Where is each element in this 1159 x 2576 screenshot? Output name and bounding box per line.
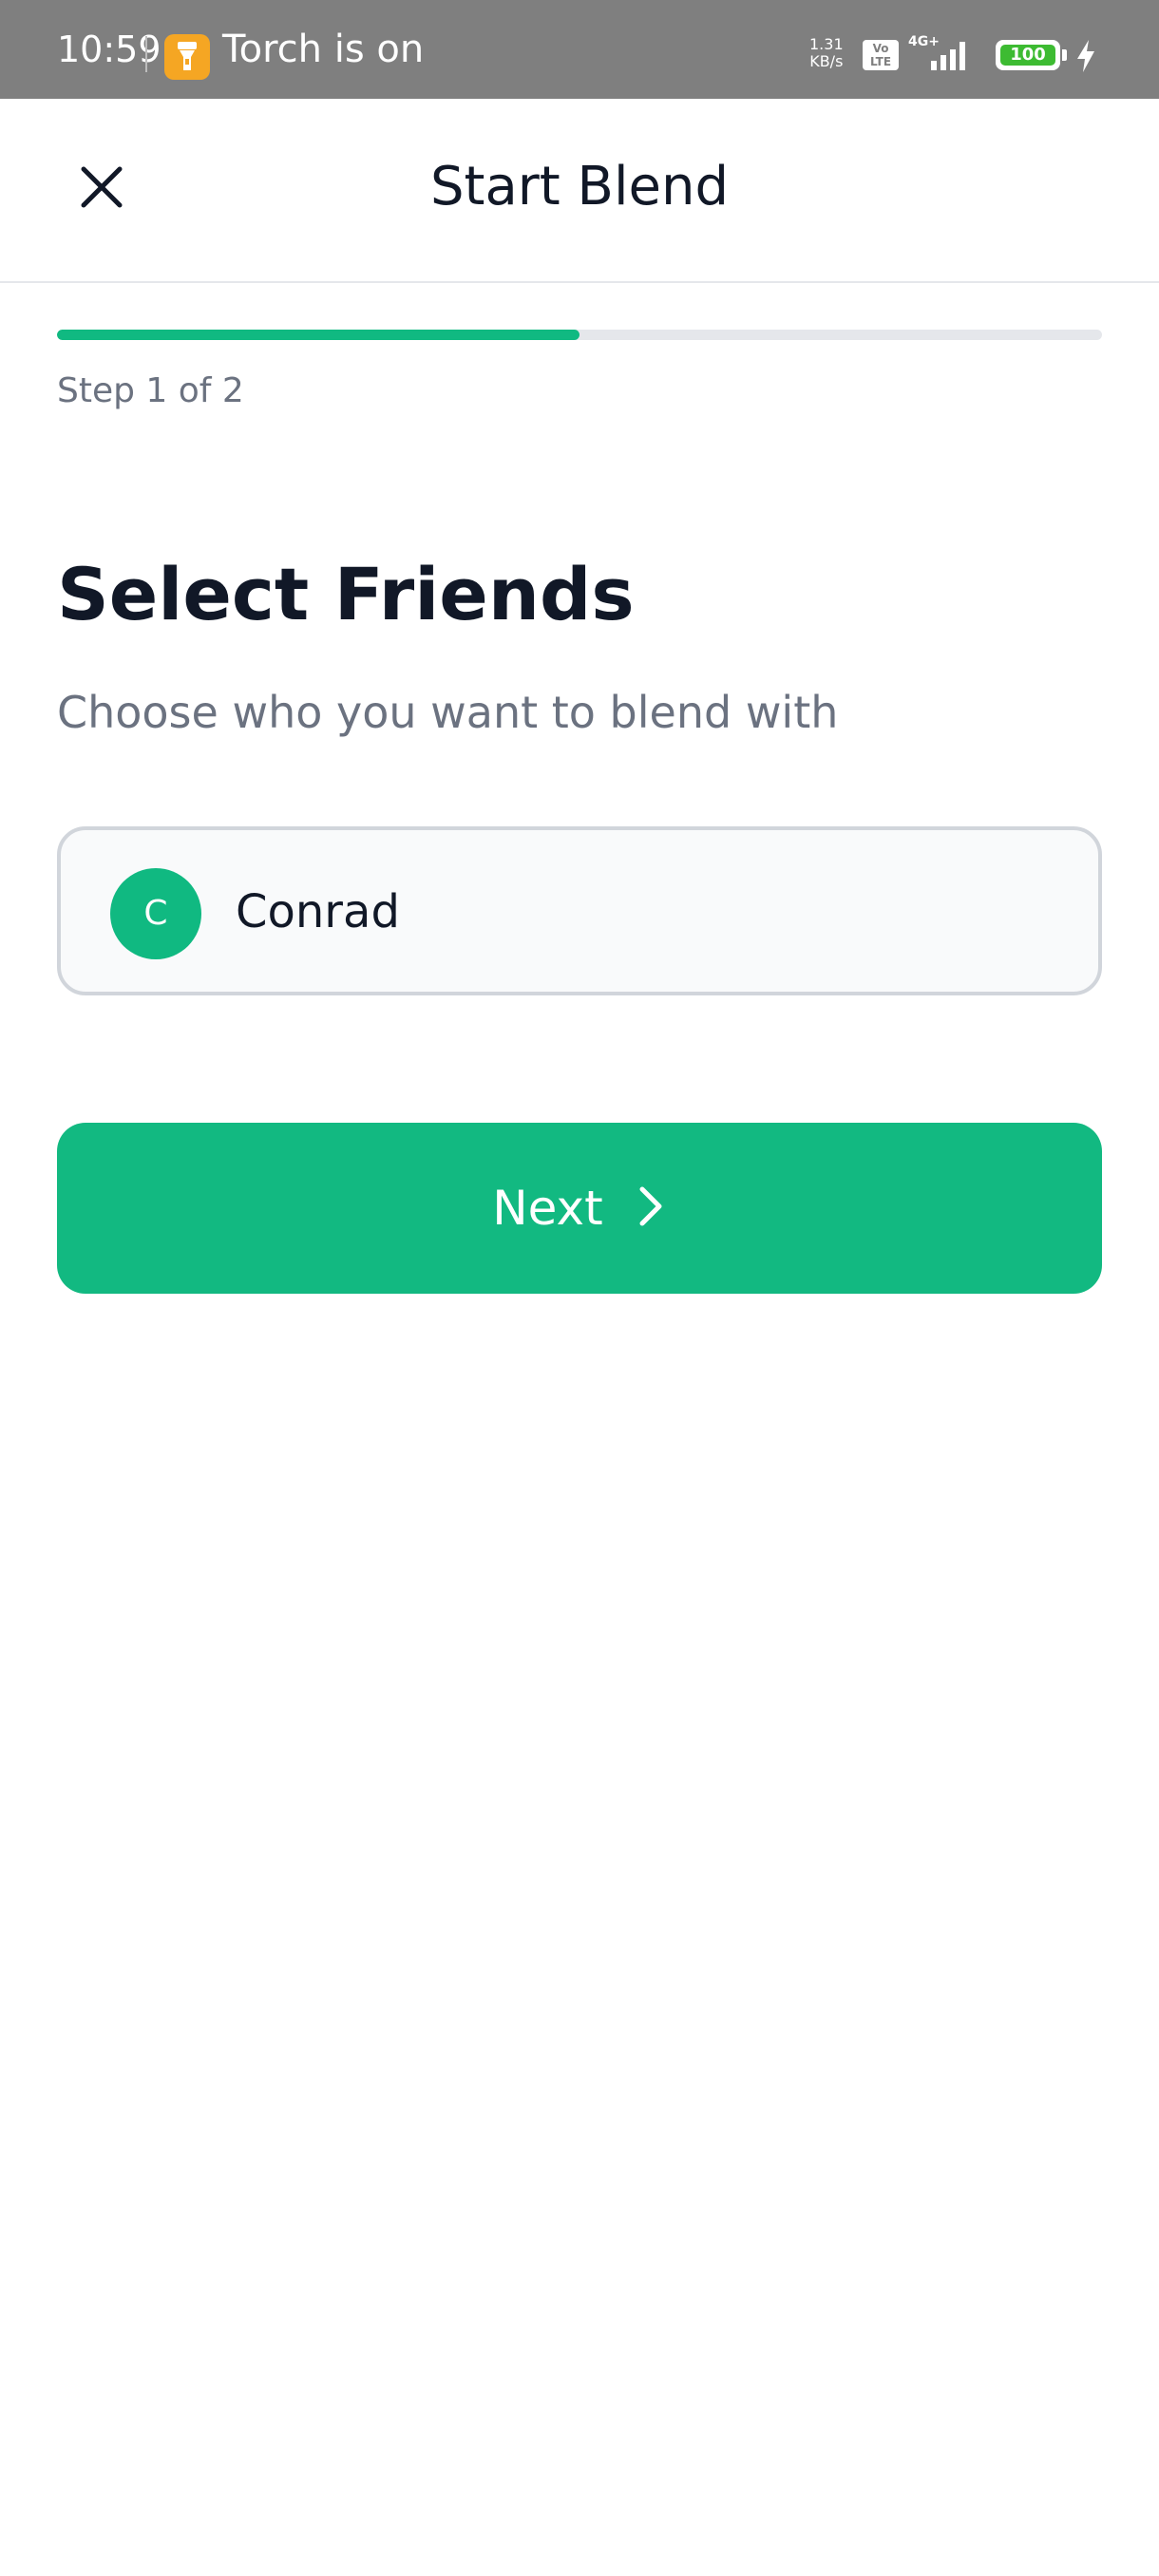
next-button[interactable]: Next [57,1123,1102,1294]
next-button-label: Next [492,1181,603,1236]
avatar: C [110,868,201,959]
status-divider [145,36,147,72]
page-title: Start Blend [429,156,730,218]
step-indicator: Step 1 of 2 [57,371,244,410]
battery-icon: 100 [996,40,1060,70]
friend-name: Conrad [236,885,400,938]
torch-icon [164,34,210,80]
next-button-content: Next [57,1176,1102,1242]
progress-bar [57,330,1102,340]
app-header: Start Blend [0,99,1159,283]
progress-fill [57,330,580,340]
battery-tip [1062,49,1067,61]
torch-status-text: Torch is on [222,28,425,71]
section-title: Select Friends [57,552,635,636]
network-type: 4G+ [908,34,940,49]
section-subtitle: Choose who you want to blend with [57,687,839,738]
battery-level: 100 [1000,45,1055,66]
charging-icon [1075,40,1096,76]
chevron-right-icon [635,1184,667,1233]
status-indicators: 1.31 KB/s Vo LTE 4G+ 100 [809,34,1113,76]
friend-item[interactable]: C Conrad [57,826,1102,995]
volte-badge: Vo LTE [863,40,899,70]
status-bar: 10:59 Torch is on 1.31 KB/s Vo LTE 4G+ 1… [0,0,1159,99]
network-speed: 1.31 KB/s [809,35,844,70]
